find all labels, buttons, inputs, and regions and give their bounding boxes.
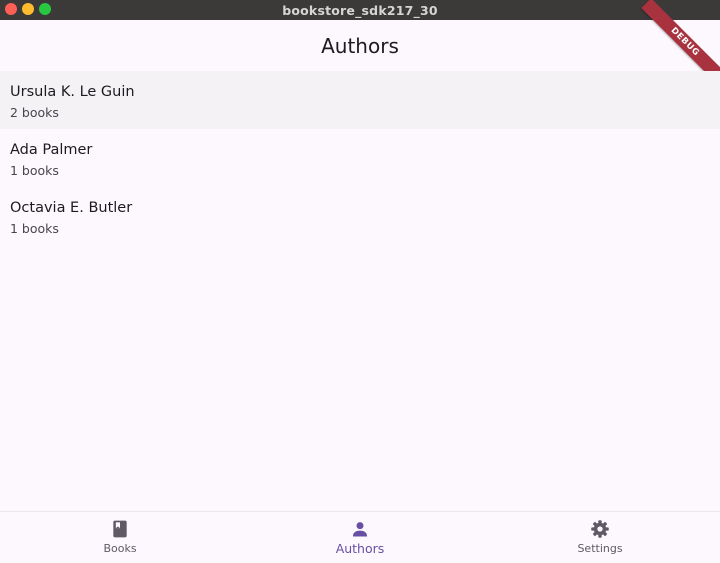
book-icon — [113, 520, 127, 538]
author-list-item[interactable]: Ada Palmer 1 books — [0, 129, 720, 187]
close-window-button[interactable] — [5, 3, 17, 15]
nav-label-settings: Settings — [577, 542, 623, 555]
bottom-navigation-bar: Books Authors Settings — [0, 511, 720, 563]
author-list-item[interactable]: Octavia E. Butler 1 books — [0, 187, 720, 245]
window-title: bookstore_sdk217_30 — [282, 2, 438, 18]
person-icon — [352, 522, 368, 537]
gear-icon — [591, 520, 609, 538]
app-bar: Authors — [0, 20, 720, 71]
zoom-window-button[interactable] — [39, 3, 51, 15]
author-book-count: 1 books — [10, 221, 59, 236]
nav-item-settings[interactable]: Settings — [480, 512, 720, 563]
author-name: Ursula K. Le Guin — [10, 84, 135, 100]
author-book-count: 1 books — [10, 163, 59, 178]
title-bar: bookstore_sdk217_30 — [0, 0, 720, 20]
app-window: bookstore_sdk217_30 Authors DEBUG Ursula… — [0, 0, 720, 563]
nav-item-books[interactable]: Books — [0, 512, 240, 563]
nav-label-books: Books — [103, 542, 137, 555]
page-title: Authors — [321, 33, 399, 58]
author-book-count: 2 books — [10, 105, 59, 120]
nav-label-authors: Authors — [335, 541, 385, 556]
author-list-item[interactable]: Ursula K. Le Guin 2 books — [0, 71, 720, 129]
author-name: Octavia E. Butler — [10, 200, 133, 216]
minimize-window-button[interactable] — [22, 3, 34, 15]
authors-list: Ursula K. Le Guin 2 books Ada Palmer 1 b… — [0, 71, 720, 245]
author-name: Ada Palmer — [10, 142, 93, 158]
nav-item-authors[interactable]: Authors — [240, 512, 480, 563]
